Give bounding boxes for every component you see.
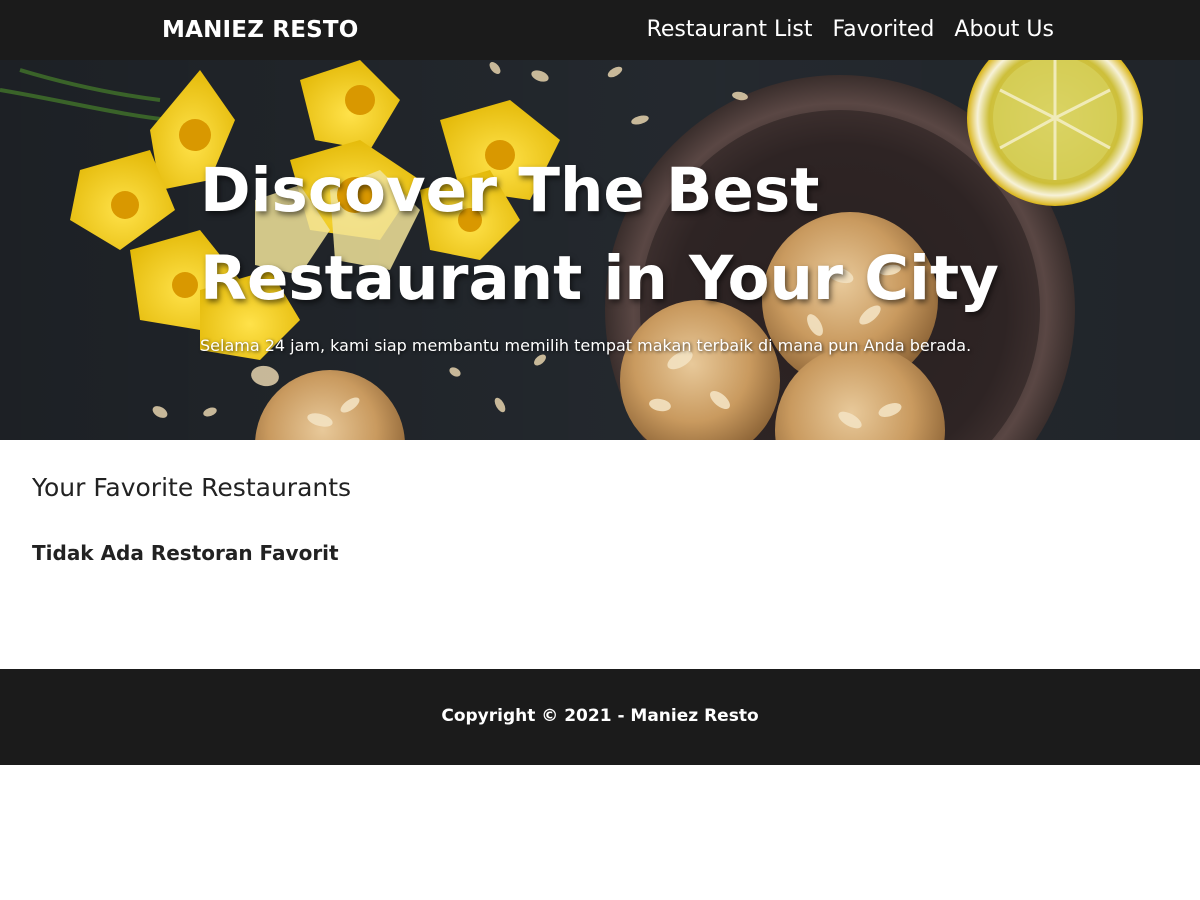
footer-copyright: Copyright © 2021 - Maniez Resto [441,706,759,726]
nav-menu: Restaurant List Favorited About Us [647,14,1054,46]
favorite-restaurants-heading: Your Favorite Restaurants [32,473,352,502]
nav-item-favorited: Favorited [833,14,935,46]
brand-logo-link[interactable]: MANIEZ RESTO [162,14,359,46]
hero-banner: Discover The Best Restaurant in Your Cit… [0,60,1200,440]
empty-favorites-message: Tidak Ada Restoran Favorit [32,541,339,565]
nav-link-favorited[interactable]: Favorited [833,14,935,46]
navbar: MANIEZ RESTO Restaurant List Favorited A… [0,0,1200,60]
nav-item-restaurant-list: Restaurant List [647,14,813,46]
hero-title: Discover The Best Restaurant in Your Cit… [200,155,999,314]
nav-link-restaurant-list[interactable]: Restaurant List [647,14,813,46]
hero-subtitle: Selama 24 jam, kami siap membantu memili… [200,336,972,355]
nav-item-about-us: About Us [954,14,1054,46]
footer: Copyright © 2021 - Maniez Resto [0,669,1200,765]
nav-link-about-us[interactable]: About Us [954,14,1054,46]
